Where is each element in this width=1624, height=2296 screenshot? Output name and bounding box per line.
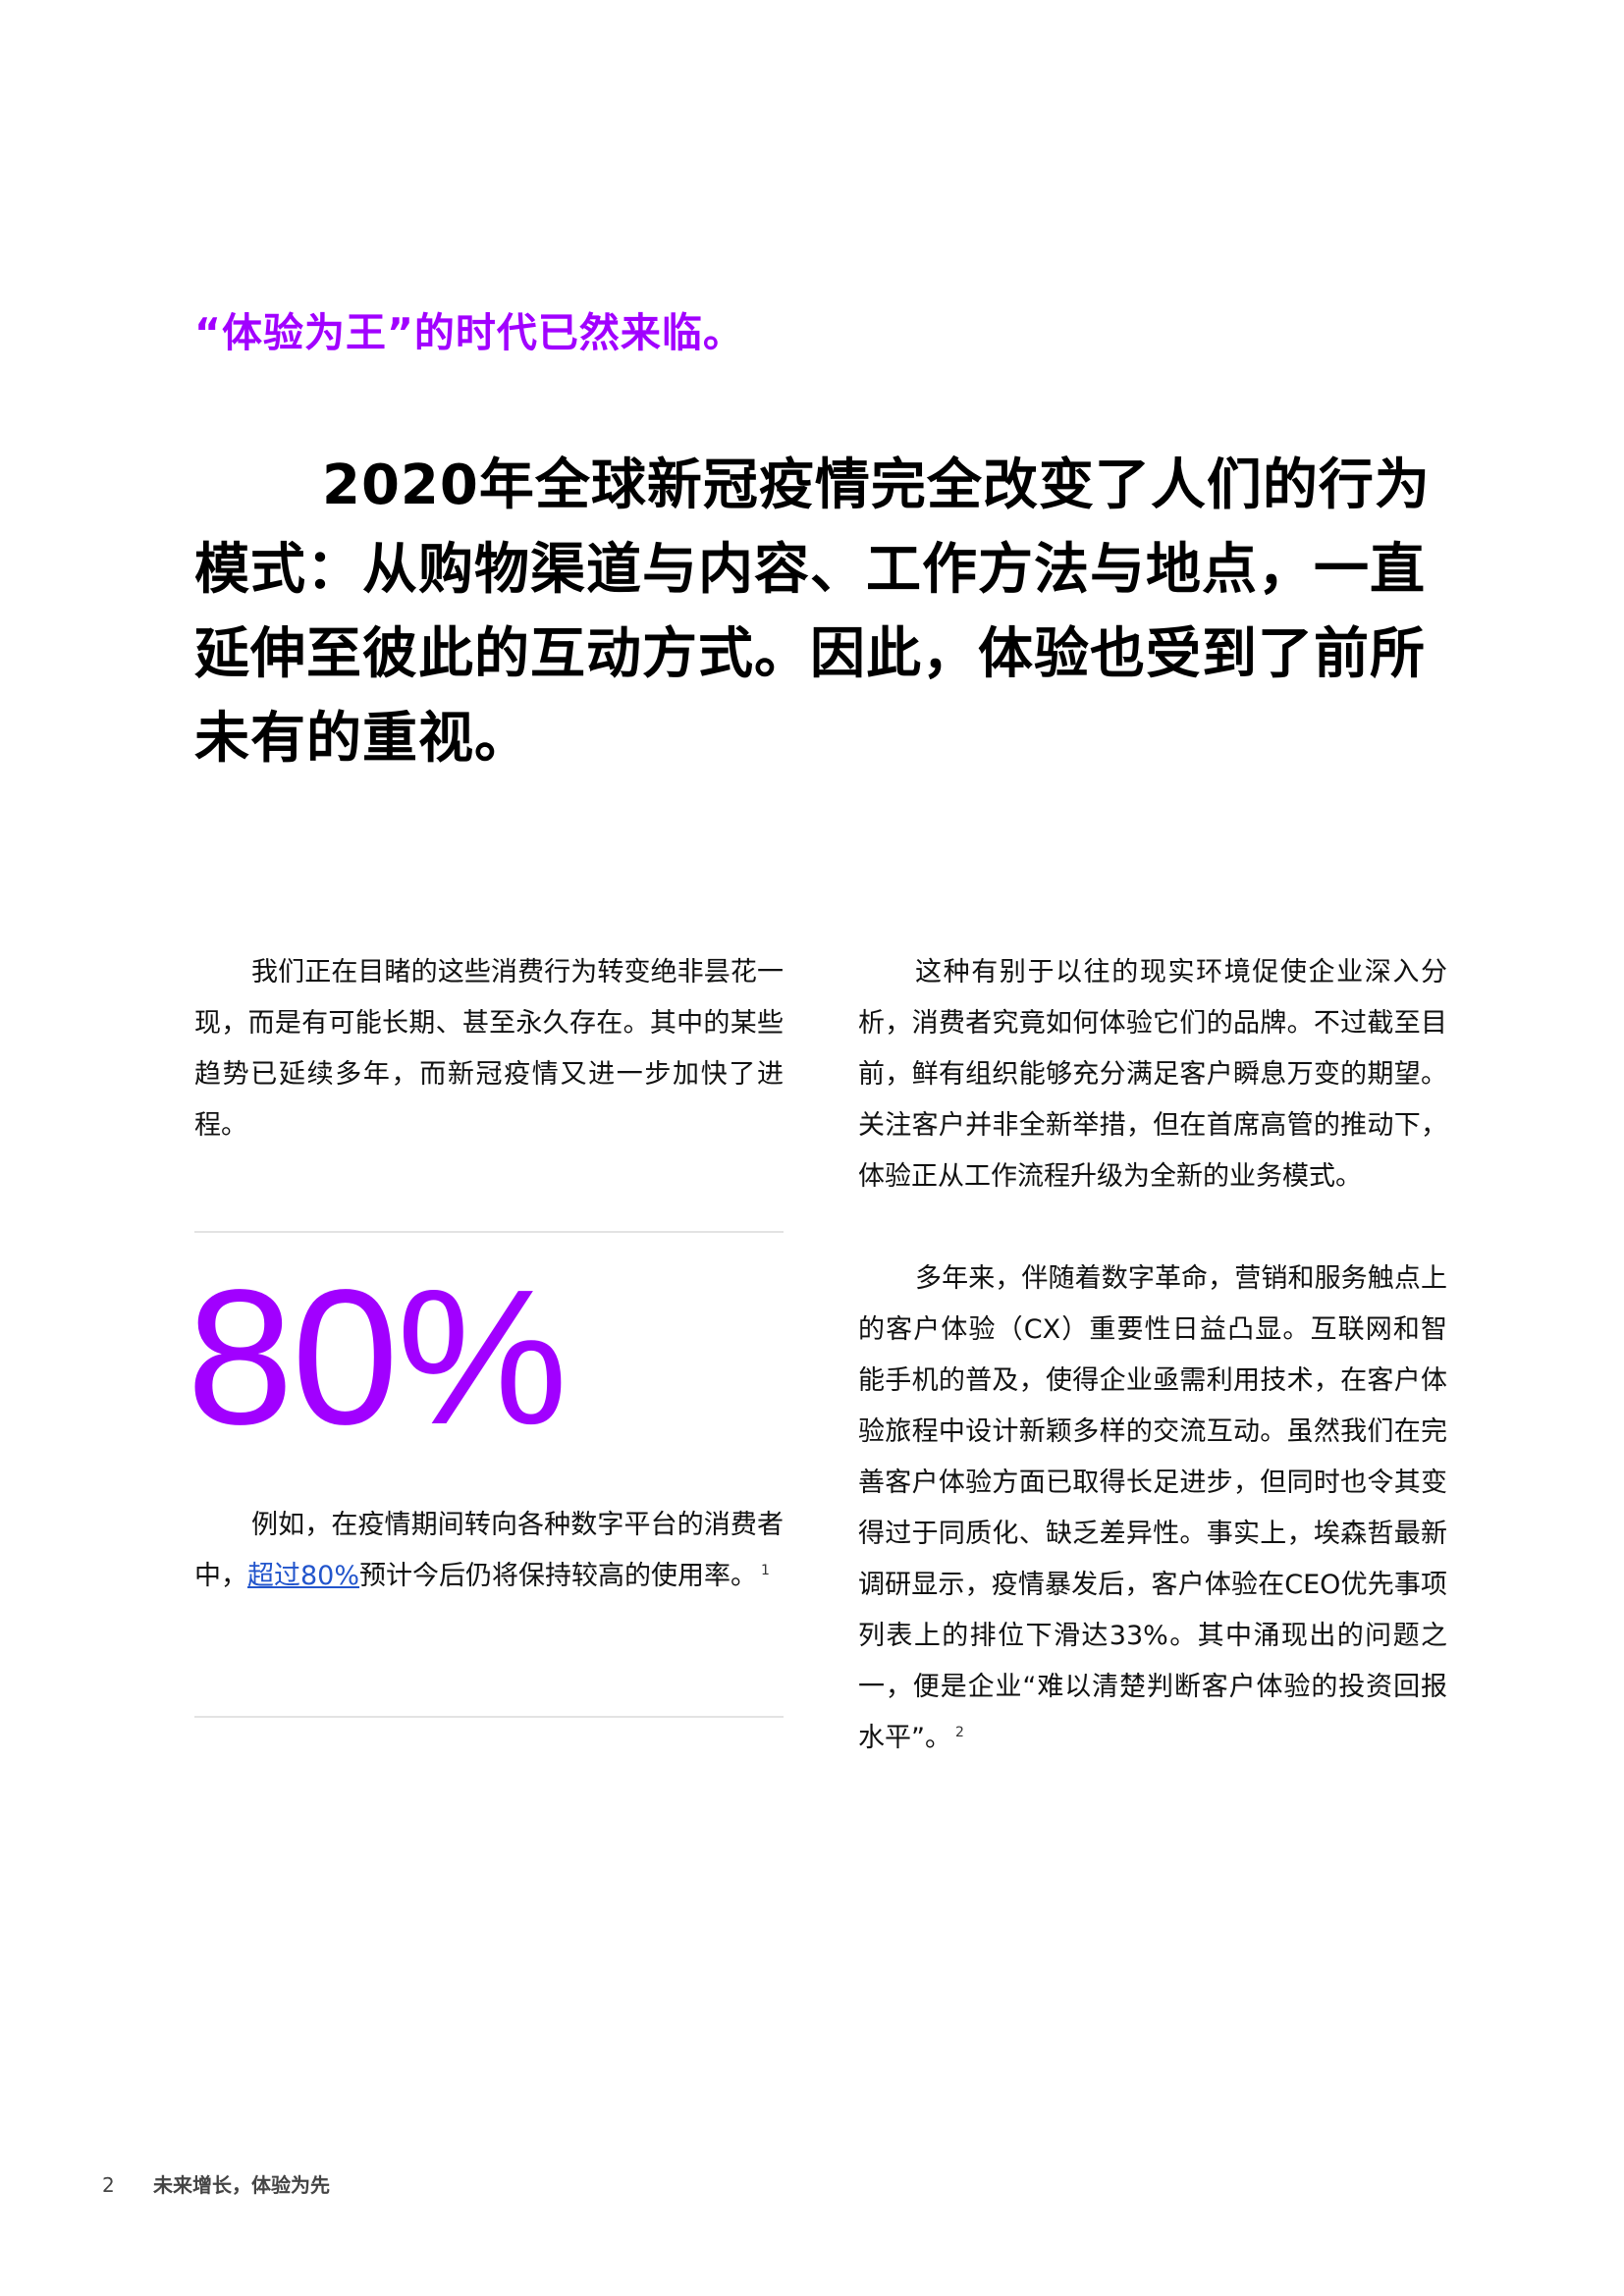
right-paragraph-2-text: 多年来，伴随着数字革命，营销和服务触点上的客户体验（CX）重要性日益凸显。互联网… bbox=[858, 1263, 1447, 1753]
right-paragraph-2: 多年来，伴随着数字革命，营销和服务触点上的客户体验（CX）重要性日益凸显。互联网… bbox=[858, 1254, 1447, 1764]
page-headline: 2020年全球新冠疫情完全改变了人们的行为模式：从购物渠道与内容、工作方法与地点… bbox=[194, 444, 1441, 781]
left-paragraph-1: 我们正在目睹的这些消费行为转变绝非昙花一现，而是有可能长期、甚至永久存在。其中的… bbox=[194, 957, 784, 1141]
right-paragraph-1: 这种有别于以往的现实环境促使企业深入分析，消费者究竟如何体验它们的品牌。不过截至… bbox=[858, 957, 1447, 1192]
stat-top-divider bbox=[194, 1231, 784, 1233]
page-number: 2 bbox=[102, 2173, 115, 2197]
page-footer: 2 未来增长，体验为先 bbox=[102, 2169, 330, 2198]
footnote-ref-2: 2 bbox=[955, 1725, 964, 1740]
right-column: 这种有别于以往的现实环境促使企业深入分析，消费者究竟如何体验它们的品牌。不过截至… bbox=[858, 947, 1447, 1764]
stat-paragraph: 例如，在疫情期间转向各种数字平台的消费者中，超过80%预计今后仍将保持较高的使用… bbox=[194, 1500, 784, 1602]
left-column: 我们正在目睹的这些消费行为转变绝非昙花一现，而是有可能长期、甚至永久存在。其中的… bbox=[194, 947, 784, 1151]
stat-source-link[interactable]: 超过80% bbox=[247, 1561, 359, 1591]
stat-callout: 例如，在疫情期间转向各种数字平台的消费者中，超过80%预计今后仍将保持较高的使用… bbox=[194, 1500, 784, 1602]
headline-text: 2020年全球新冠疫情完全改变了人们的行为模式：从购物渠道与内容、工作方法与地点… bbox=[194, 454, 1431, 771]
section-eyebrow: “体验为王”的时代已然来临。 bbox=[194, 309, 744, 356]
stat-bottom-divider bbox=[194, 1716, 784, 1718]
footnote-ref-1: 1 bbox=[761, 1563, 770, 1578]
footer-title: 未来增长，体验为先 bbox=[153, 2173, 330, 2197]
stat-number: 80% bbox=[187, 1250, 568, 1465]
stat-text-after: 预计今后仍将保持较高的使用率。 bbox=[359, 1561, 758, 1591]
